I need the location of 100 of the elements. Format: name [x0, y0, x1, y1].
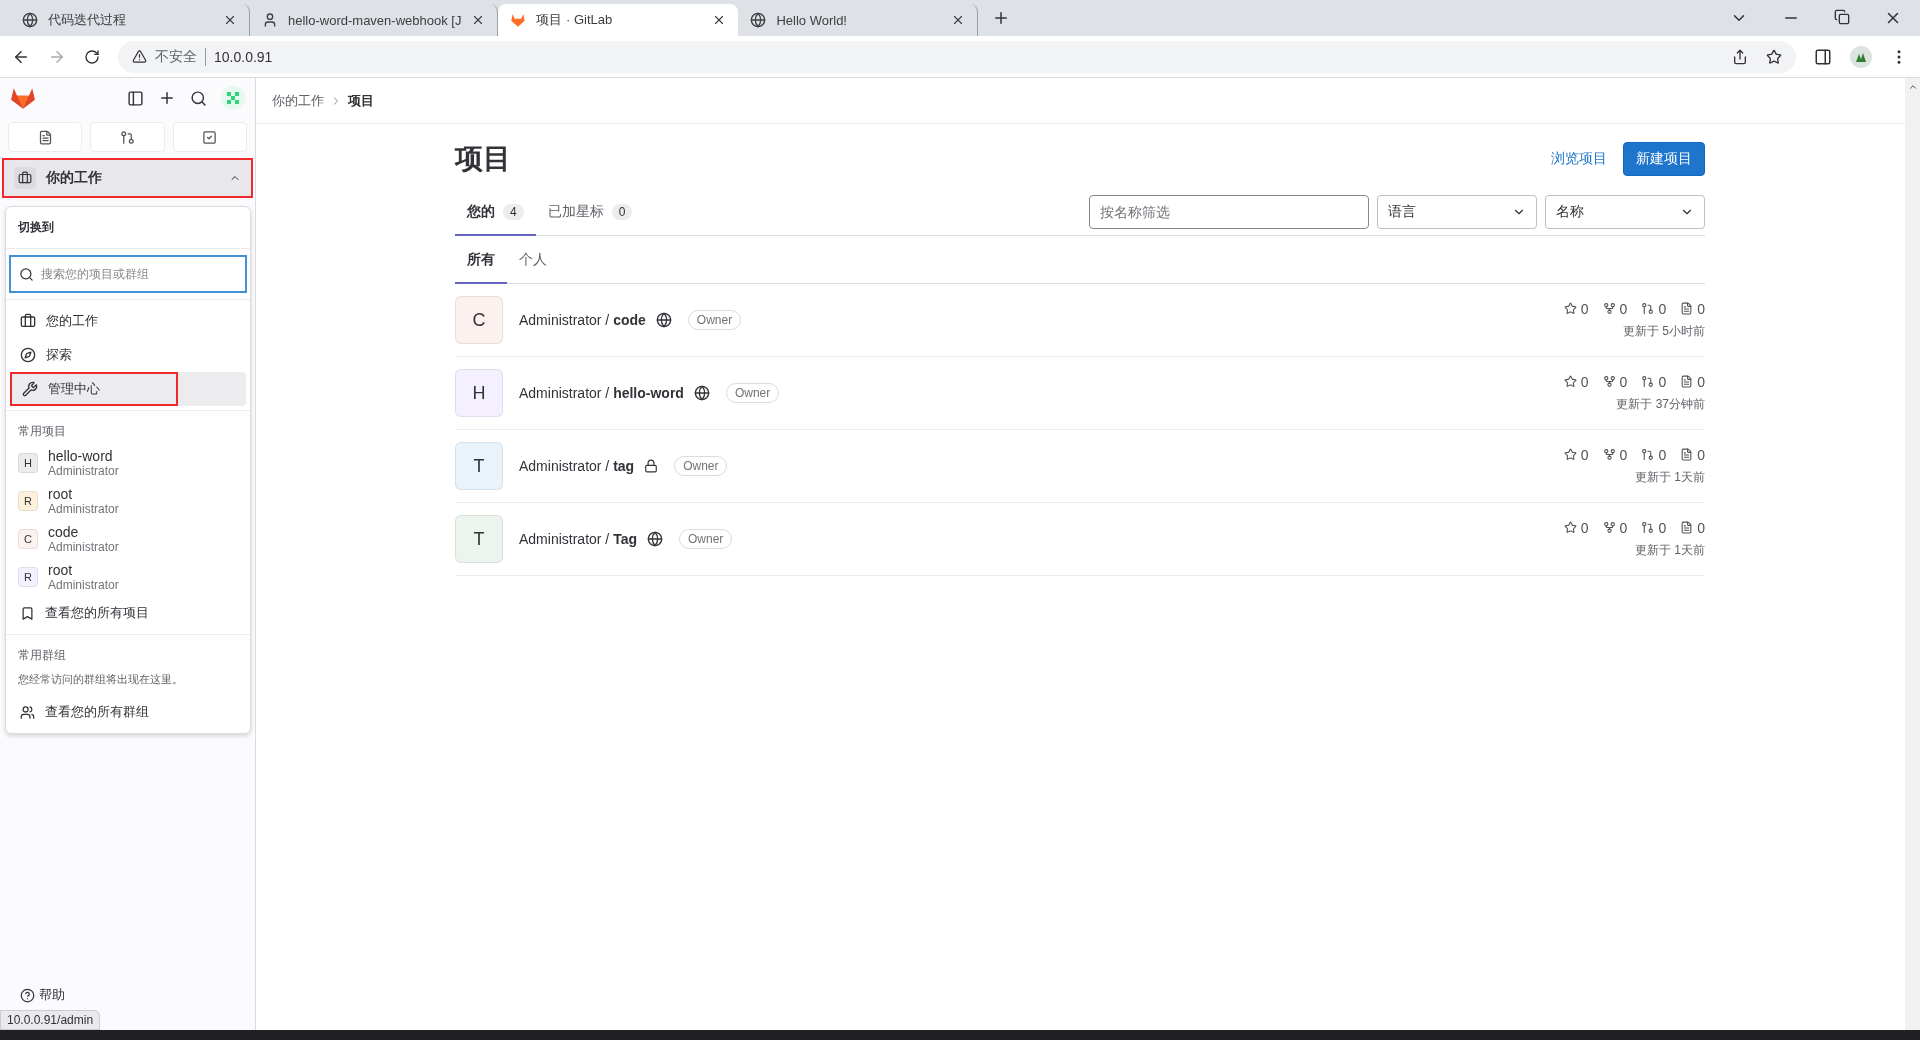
- issues-button[interactable]: [8, 122, 83, 152]
- merge-requests-count[interactable]: 0: [1641, 519, 1667, 536]
- forks-count[interactable]: 0: [1602, 519, 1628, 536]
- project-name[interactable]: root: [48, 486, 119, 502]
- count-badge: 0: [611, 203, 633, 220]
- project-avatar: R: [18, 491, 38, 511]
- share-icon[interactable]: [1732, 48, 1748, 65]
- filter-field[interactable]: 按名称筛选: [1089, 194, 1369, 229]
- menu-item[interactable]: 探索: [10, 338, 246, 372]
- bookmark-icon: [20, 605, 35, 621]
- project-namespace: Administrator: [48, 464, 119, 478]
- project-name[interactable]: Administrator / hello-word: [519, 385, 684, 401]
- help-link[interactable]: 帮助: [20, 986, 65, 1004]
- section-heading: 常用群组: [17, 647, 67, 664]
- issue-icon: [37, 129, 53, 145]
- issues-count[interactable]: 0: [1680, 300, 1705, 317]
- forks-count[interactable]: 0: [1602, 373, 1628, 390]
- tab[interactable]: 个人: [507, 235, 559, 284]
- scroll-up-icon[interactable]: [1907, 82, 1918, 92]
- browser-tab[interactable]: 项目 · GitLab: [498, 4, 739, 36]
- merge-requests-count[interactable]: 0: [1641, 373, 1667, 390]
- menu-item[interactable]: 查看您的所有群组: [10, 695, 246, 729]
- browse-link[interactable]: 浏览项目: [1551, 150, 1607, 168]
- side-panel-icon[interactable]: [1814, 47, 1832, 66]
- search-icon[interactable]: [190, 89, 207, 107]
- count-badge: 4: [503, 203, 524, 220]
- tab[interactable]: 您的 4: [455, 187, 536, 236]
- breadcrumb-link[interactable]: 项目: [348, 91, 374, 110]
- sort-dropdown[interactable]: 名称: [1545, 194, 1705, 229]
- project-avatar: H: [18, 453, 38, 473]
- address-bar[interactable]: 不安全 10.0.0.91: [118, 40, 1796, 73]
- project-name[interactable]: Administrator / Tag: [519, 531, 637, 547]
- issue-icon: [1680, 521, 1694, 534]
- page-title: 项目: [455, 142, 512, 176]
- forks-count[interactable]: 0: [1602, 300, 1628, 317]
- issues-count[interactable]: 0: [1680, 519, 1705, 536]
- new-project-button[interactable]: 新建项目: [1623, 142, 1705, 176]
- fork-icon: [1602, 375, 1616, 388]
- project-name[interactable]: root: [48, 562, 119, 578]
- breadcrumb-link[interactable]: 你的工作: [272, 91, 324, 110]
- profile-avatar[interactable]: [1850, 45, 1872, 68]
- updated-time: 更新于 37分钟前: [1616, 395, 1705, 413]
- briefcase-icon: [20, 313, 36, 329]
- project-namespace: Administrator: [48, 502, 119, 516]
- globe-icon: [22, 12, 38, 28]
- tab[interactable]: 所有: [455, 235, 507, 284]
- restore-icon[interactable]: [1834, 9, 1850, 25]
- project-avatar: R: [18, 567, 38, 587]
- project-name[interactable]: code: [48, 524, 119, 540]
- merge-requests-count[interactable]: 0: [1641, 446, 1667, 463]
- browser-tab[interactable]: Hello World!: [738, 4, 979, 36]
- globe-icon: [750, 12, 767, 28]
- star-icon: [1563, 521, 1577, 534]
- menu-item[interactable]: 您的工作: [10, 304, 246, 338]
- menu-item[interactable]: 查看您的所有项目: [10, 596, 246, 630]
- browser-tab[interactable]: 代码迭代过程: [10, 4, 250, 36]
- plus-icon[interactable]: [158, 89, 176, 107]
- project-name[interactable]: Administrator / tag: [519, 458, 635, 474]
- project-avatar: H: [455, 369, 503, 417]
- sidebar-toggle-icon[interactable]: [127, 89, 144, 107]
- context-switcher[interactable]: 你的工作: [2, 158, 253, 198]
- fork-icon: [1602, 521, 1616, 534]
- fox-logo-icon[interactable]: [10, 86, 36, 110]
- issues-count[interactable]: 0: [1680, 446, 1705, 463]
- url-text: 10.0.0.91: [214, 48, 273, 65]
- panel-title: 切换到: [6, 207, 250, 249]
- issue-icon: [1680, 302, 1694, 315]
- merge-request-icon: [1641, 302, 1655, 315]
- help-icon: [20, 987, 35, 1003]
- security-label: 不安全: [155, 47, 206, 66]
- project-name[interactable]: hello-word: [48, 448, 119, 464]
- issue-icon: [1680, 448, 1694, 461]
- wrench-icon: [22, 381, 38, 397]
- updated-time: 更新于 5小时前: [1623, 322, 1705, 340]
- menu-item[interactable]: 管理中心: [10, 372, 246, 406]
- merge-request-icon: [120, 129, 135, 145]
- project-avatar: C: [18, 529, 38, 549]
- close-icon[interactable]: [223, 13, 237, 27]
- reload-icon[interactable]: [84, 48, 100, 65]
- empty-message: 您经常访问的群组将出现在这里。: [17, 672, 184, 687]
- bookmark-star-icon[interactable]: [1766, 48, 1782, 65]
- merge-requests-button[interactable]: [90, 122, 165, 152]
- person-icon: [262, 12, 278, 28]
- merge-request-icon: [1641, 375, 1655, 388]
- stars-count[interactable]: 0: [1563, 373, 1589, 390]
- issues-count[interactable]: 0: [1680, 373, 1705, 390]
- stars-count[interactable]: 0: [1563, 446, 1589, 463]
- project-name[interactable]: Administrator / code: [519, 312, 646, 328]
- fork-icon: [1602, 448, 1616, 461]
- stars-count[interactable]: 0: [1563, 519, 1589, 536]
- merge-requests-count[interactable]: 0: [1641, 300, 1667, 317]
- search-icon: [19, 267, 34, 282]
- forks-count[interactable]: 0: [1602, 446, 1628, 463]
- tab[interactable]: 已加星标 0: [535, 187, 645, 236]
- todo-button[interactable]: [172, 122, 247, 152]
- project-avatar: T: [455, 515, 503, 563]
- stars-count[interactable]: 0: [1563, 300, 1589, 317]
- language-dropdown[interactable]: 语言: [1377, 194, 1537, 229]
- search-field[interactable]: 搜索您的项目或群组: [9, 255, 247, 293]
- status-url: 10.0.0.91/admin: [0, 1010, 101, 1030]
